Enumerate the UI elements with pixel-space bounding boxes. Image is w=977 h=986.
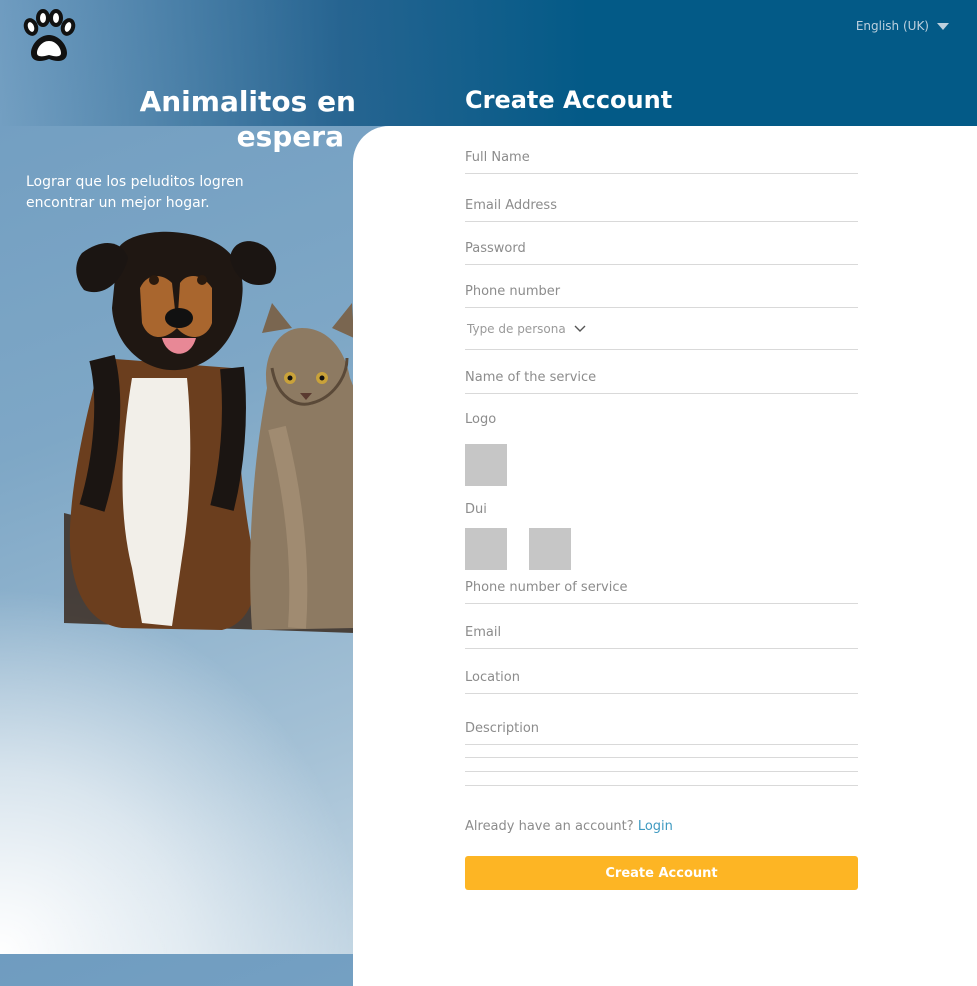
form-title: Create Account — [465, 86, 673, 114]
email-input[interactable]: Email — [465, 625, 858, 649]
service-phone-input[interactable]: Phone number of service — [465, 580, 858, 604]
phone-number-input[interactable]: Phone number — [465, 284, 858, 308]
dui-back-upload-box[interactable] — [529, 528, 571, 570]
chevron-down-icon — [574, 325, 586, 332]
description-line — [465, 757, 858, 758]
hero-title-line1: Animalitos en — [139, 85, 356, 118]
create-account-button[interactable]: Create Account — [465, 856, 858, 890]
description-line — [465, 771, 858, 772]
hero-title-line2: espera — [236, 120, 344, 153]
dog-and-cat-image — [64, 231, 354, 633]
language-selector[interactable]: English (UK) — [856, 19, 949, 33]
description-line — [465, 785, 858, 786]
location-input[interactable]: Location — [465, 670, 858, 694]
login-prompt-text: Already have an account? — [465, 819, 634, 834]
type-persona-select[interactable]: Type de persona — [465, 322, 858, 350]
hero-title: Animalitos en espera — [26, 84, 356, 154]
logo-label: Logo — [465, 412, 497, 427]
service-name-input[interactable]: Name of the service — [465, 370, 858, 394]
description-textarea[interactable]: Description — [465, 721, 858, 745]
caret-down-icon — [937, 22, 949, 30]
full-name-input[interactable]: Full Name — [465, 150, 858, 174]
password-input[interactable]: Password — [465, 241, 858, 265]
dui-front-upload-box[interactable] — [465, 528, 507, 570]
login-prompt-row: Already have an account? Login — [465, 819, 673, 834]
login-link[interactable]: Login — [638, 819, 673, 834]
email-address-input[interactable]: Email Address — [465, 198, 858, 222]
dui-label: Dui — [465, 502, 487, 517]
hero-subtitle: Lograr que los peluditos logren encontra… — [26, 174, 244, 211]
type-persona-label: Type de persona — [467, 322, 566, 336]
paw-logo-icon[interactable] — [19, 9, 79, 65]
logo-upload-box[interactable] — [465, 444, 507, 486]
language-label: English (UK) — [855, 19, 929, 33]
